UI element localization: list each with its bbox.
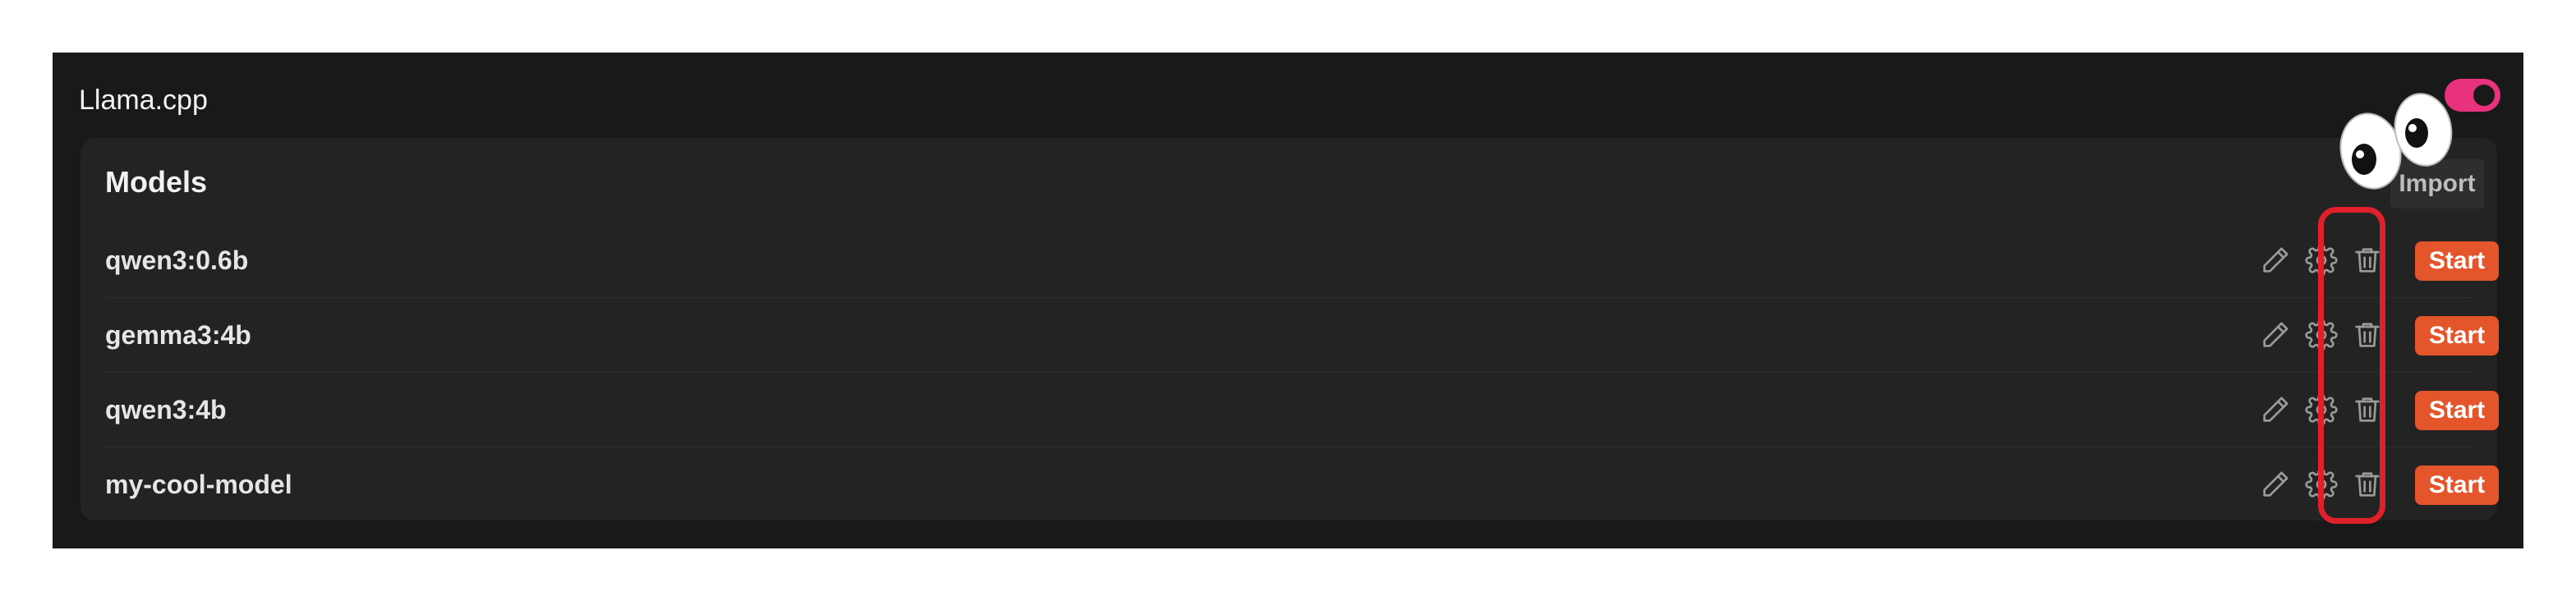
gear-icon[interactable] <box>2305 244 2338 277</box>
provider-panel: Llama.cpp Models Import qwen3:0.6b Start <box>53 53 2523 548</box>
trash-icon[interactable] <box>2351 393 2384 426</box>
model-row: gemma3:4b Start <box>105 298 2499 373</box>
start-button[interactable]: Start <box>2415 241 2499 281</box>
pencil-icon[interactable] <box>2259 468 2292 501</box>
start-button[interactable]: Start <box>2415 391 2499 430</box>
models-card: Models Import qwen3:0.6b Start gemma3:4b <box>80 138 2499 521</box>
model-list: qwen3:0.6b Start gemma3:4b Start qwen3:4… <box>105 223 2499 521</box>
trash-icon[interactable] <box>2351 468 2384 501</box>
provider-enable-toggle[interactable] <box>2445 79 2500 112</box>
model-name: my-cool-model <box>105 470 292 499</box>
import-button[interactable]: Import <box>2390 159 2484 209</box>
model-row: my-cool-model Start <box>105 447 2499 521</box>
gear-icon[interactable] <box>2305 319 2338 351</box>
pencil-icon[interactable] <box>2259 319 2292 351</box>
model-name: qwen3:4b <box>105 395 227 424</box>
gear-icon[interactable] <box>2305 468 2338 501</box>
trash-icon[interactable] <box>2351 319 2384 351</box>
pencil-icon[interactable] <box>2259 393 2292 426</box>
pencil-icon[interactable] <box>2259 244 2292 277</box>
trash-icon[interactable] <box>2351 244 2384 277</box>
models-heading: Models <box>105 165 208 199</box>
start-button[interactable]: Start <box>2415 316 2499 356</box>
start-button[interactable]: Start <box>2415 466 2499 505</box>
model-name: gemma3:4b <box>105 320 251 350</box>
model-row: qwen3:4b Start <box>105 373 2499 447</box>
model-row: qwen3:0.6b Start <box>105 223 2499 298</box>
provider-title: Llama.cpp <box>79 85 208 116</box>
gear-icon[interactable] <box>2305 393 2338 426</box>
toggle-knob <box>2470 81 2498 109</box>
model-name: qwen3:0.6b <box>105 245 249 275</box>
